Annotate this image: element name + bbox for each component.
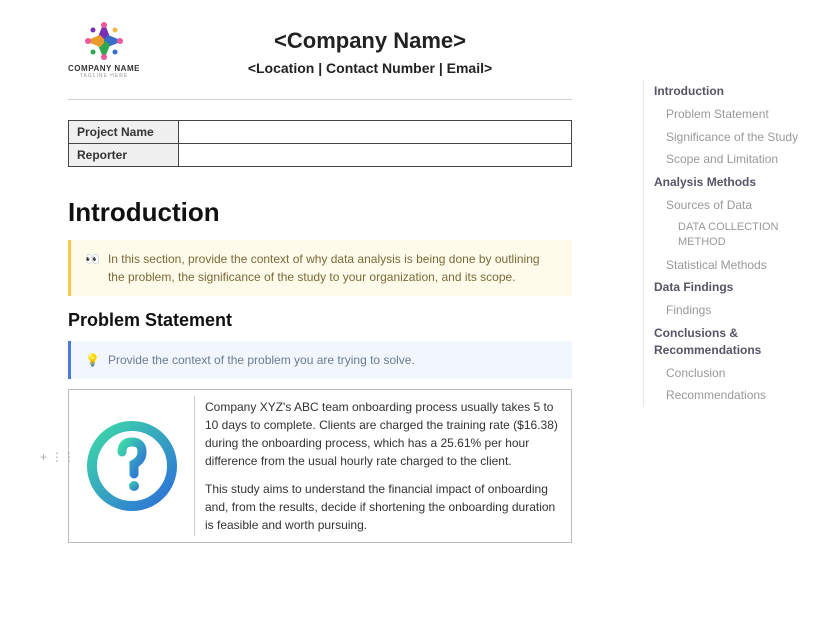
toc-item[interactable]: Statistical Methods: [644, 254, 818, 277]
problem-statement-content-block[interactable]: Company XYZ's ABC team onboarding proces…: [68, 389, 572, 543]
table-row: Project Name: [69, 121, 572, 144]
logo-company-text: COMPANY NAME: [68, 64, 140, 73]
toc-item[interactable]: Scope and Limitation: [644, 148, 818, 171]
logo-tagline-text: TAGLINE HERE: [68, 73, 140, 79]
project-name-label: Project Name: [69, 121, 179, 144]
header-divider: [68, 99, 572, 100]
toc-item[interactable]: Findings: [644, 299, 818, 322]
contact-line-placeholder[interactable]: <Location | Contact Number | Email>: [140, 60, 600, 76]
company-name-placeholder[interactable]: <Company Name>: [140, 28, 600, 54]
company-logo: COMPANY NAME TAGLINE HERE: [68, 20, 140, 79]
introduction-callout-text: In this section, provide the context of …: [108, 250, 558, 286]
document-header: COMPANY NAME TAGLINE HERE <Company Name>…: [0, 20, 640, 79]
toc-item[interactable]: Introduction: [644, 80, 818, 103]
table-row: Reporter: [69, 144, 572, 167]
introduction-callout[interactable]: 👀 In this section, provide the context o…: [68, 240, 572, 296]
toc-item[interactable]: Conclusion: [644, 362, 818, 385]
table-of-contents: IntroductionProblem StatementSignificanc…: [643, 80, 818, 407]
problem-body-p2: This study aims to understand the financ…: [205, 480, 561, 534]
add-block-button[interactable]: +: [40, 450, 47, 464]
content-text-cell[interactable]: Company XYZ's ABC team onboarding proces…: [201, 396, 565, 536]
lightbulb-icon: 💡: [85, 351, 100, 369]
problem-body-p1: Company XYZ's ABC team onboarding proces…: [205, 398, 561, 470]
drag-handle-icon[interactable]: ⋮⋮: [51, 450, 75, 464]
block-controls: + ⋮⋮: [40, 450, 75, 464]
project-info-table: Project Name Reporter: [68, 120, 572, 167]
toc-item[interactable]: Conclusions & Recommendations: [644, 322, 818, 362]
toc-item[interactable]: Sources of Data: [644, 194, 818, 217]
toc-item[interactable]: Problem Statement: [644, 103, 818, 126]
toc-item[interactable]: Significance of the Study: [644, 126, 818, 149]
problem-statement-heading[interactable]: Problem Statement: [68, 310, 572, 331]
project-name-value[interactable]: [179, 121, 572, 144]
toc-item[interactable]: Data Findings: [644, 276, 818, 299]
question-mark-icon: [82, 416, 182, 516]
content-image-cell: [75, 396, 195, 536]
title-block: <Company Name> <Location | Contact Numbe…: [140, 20, 600, 76]
reporter-label: Reporter: [69, 144, 179, 167]
toc-item[interactable]: Analysis Methods: [644, 171, 818, 194]
toc-item[interactable]: Recommendations: [644, 384, 818, 407]
toc-item[interactable]: DATA COLLECTION METHOD: [644, 217, 818, 254]
problem-statement-callout-text: Provide the context of the problem you a…: [108, 351, 415, 369]
eyes-icon: 👀: [85, 250, 100, 286]
introduction-heading[interactable]: Introduction: [68, 197, 572, 228]
document-body: COMPANY NAME TAGLINE HERE <Company Name>…: [0, 0, 640, 543]
reporter-value[interactable]: [179, 144, 572, 167]
logo-icon: [80, 20, 128, 62]
problem-statement-callout[interactable]: 💡 Provide the context of the problem you…: [68, 341, 572, 379]
